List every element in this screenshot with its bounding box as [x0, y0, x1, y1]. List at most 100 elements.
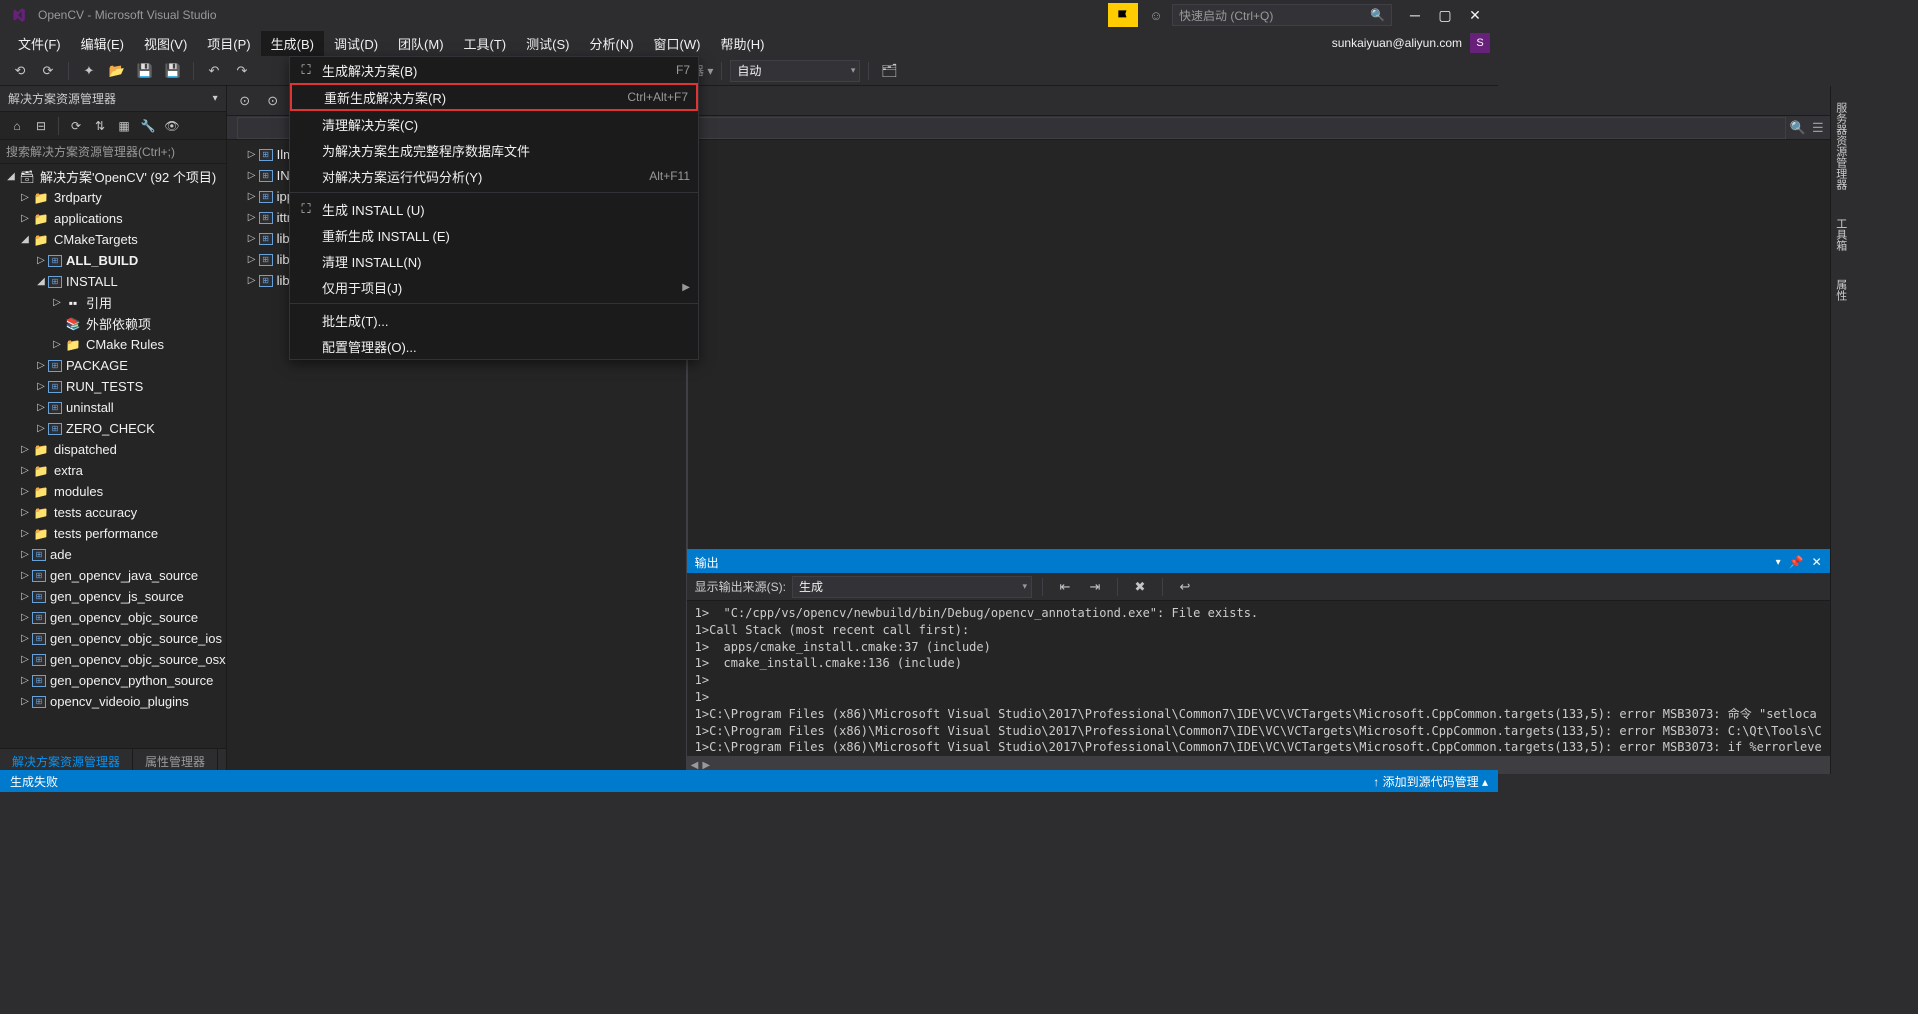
- expand-arrow-icon[interactable]: ▷: [18, 192, 32, 203]
- clear-icon[interactable]: ✖: [1128, 575, 1152, 599]
- show-all-icon[interactable]: ▦: [113, 115, 135, 137]
- close-button[interactable]: ✕: [1460, 3, 1490, 27]
- nav-back-icon[interactable]: ⊙: [233, 89, 257, 113]
- tree-item[interactable]: ▷⊞gen_opencv_objc_source: [0, 607, 226, 628]
- save-all-icon[interactable]: 💾: [161, 59, 185, 83]
- feedback-icon[interactable]: ☺: [1144, 3, 1168, 27]
- menu-2[interactable]: 视图(V): [134, 31, 197, 56]
- menu-8[interactable]: 测试(S): [516, 31, 579, 56]
- dropdown-icon[interactable]: ▾: [1776, 557, 1781, 568]
- expand-arrow-icon[interactable]: ▷: [18, 507, 32, 518]
- build-menu-item[interactable]: 批生成(T)...: [290, 307, 698, 333]
- expand-arrow-icon[interactable]: ▷: [245, 275, 259, 286]
- expand-arrow-icon[interactable]: ▷: [18, 675, 32, 686]
- build-menu-item[interactable]: 对解决方案运行代码分析(Y)Alt+F11: [290, 163, 698, 189]
- expand-arrow-icon[interactable]: ▷: [245, 149, 259, 160]
- next-msg-icon[interactable]: ⇥: [1083, 575, 1107, 599]
- minimize-button[interactable]: ─: [1400, 3, 1430, 27]
- notification-flag[interactable]: [1108, 3, 1138, 27]
- tree-item[interactable]: ▷📁3rdparty: [0, 187, 226, 208]
- quick-launch[interactable]: 快速启动 (Ctrl+Q) 🔍: [1172, 4, 1392, 26]
- tree-item[interactable]: ▷⊞opencv_videoio_plugins: [0, 691, 226, 712]
- home-icon[interactable]: ⌂: [6, 115, 28, 137]
- expand-arrow-icon[interactable]: ▷: [18, 612, 32, 623]
- menu-4[interactable]: 生成(B): [261, 31, 324, 56]
- properties-icon[interactable]: 🔧: [137, 115, 159, 137]
- close-icon[interactable]: ✕: [1812, 555, 1822, 569]
- open-icon[interactable]: 📂: [105, 59, 129, 83]
- expand-arrow-icon[interactable]: ▷: [18, 213, 32, 224]
- menu-5[interactable]: 调试(D): [324, 31, 388, 56]
- user-badge[interactable]: S: [1470, 33, 1490, 53]
- scroll-right-icon[interactable]: ▶: [702, 760, 710, 771]
- tree-item[interactable]: ▷⊞gen_opencv_objc_source_ios: [0, 628, 226, 649]
- expand-arrow-icon[interactable]: ◢: [34, 276, 48, 287]
- expand-arrow-icon[interactable]: ▷: [245, 170, 259, 181]
- preview-icon[interactable]: 👁: [161, 115, 183, 137]
- redo-icon[interactable]: ↷: [230, 59, 254, 83]
- build-menu-item[interactable]: 重新生成解决方案(R)Ctrl+Alt+F7: [290, 83, 698, 111]
- expand-arrow-icon[interactable]: ▷: [34, 381, 48, 392]
- sidebar-tab-properties[interactable]: 属性: [1831, 271, 1851, 309]
- expand-arrow-icon[interactable]: ▷: [18, 570, 32, 581]
- menu-3[interactable]: 项目(P): [197, 31, 260, 56]
- save-icon[interactable]: 💾: [133, 59, 157, 83]
- expand-arrow-icon[interactable]: ▷: [18, 444, 32, 455]
- menu-9[interactable]: 分析(N): [579, 31, 643, 56]
- expand-arrow-icon[interactable]: ▷: [18, 654, 32, 665]
- tree-item[interactable]: ▷⊞gen_opencv_js_source: [0, 586, 226, 607]
- sidebar-tab-server-explorer[interactable]: 服务器资源管理器: [1831, 94, 1851, 198]
- expand-arrow-icon[interactable]: ▷: [34, 255, 48, 266]
- output-source-dropdown[interactable]: 生成: [792, 576, 1032, 598]
- undo-icon[interactable]: ↶: [202, 59, 226, 83]
- tree-item[interactable]: ▷⊞uninstall: [0, 397, 226, 418]
- maximize-button[interactable]: ▢: [1430, 3, 1460, 27]
- source-control-link[interactable]: ↑ 添加到源代码管理 ▴: [1373, 773, 1488, 790]
- user-email[interactable]: sunkaiyuan@aliyun.com: [1332, 36, 1462, 50]
- expand-arrow-icon[interactable]: ▷: [18, 528, 32, 539]
- menu-1[interactable]: 编辑(E): [71, 31, 134, 56]
- solution-search[interactable]: 搜索解决方案资源管理器(Ctrl+;): [0, 140, 226, 164]
- build-menu-item[interactable]: ⛶生成 INSTALL (U): [290, 196, 698, 222]
- collapse-icon[interactable]: ⊟: [30, 115, 52, 137]
- nav-fwd-icon[interactable]: ⟳: [36, 59, 60, 83]
- menu-0[interactable]: 文件(F): [8, 31, 71, 56]
- build-menu-item[interactable]: ⛶生成解决方案(B)F7: [290, 57, 698, 83]
- expand-arrow-icon[interactable]: ▷: [245, 233, 259, 244]
- build-menu-item[interactable]: 清理解决方案(C): [290, 111, 698, 137]
- expand-arrow-icon[interactable]: ▷: [18, 486, 32, 497]
- scroll-left-icon[interactable]: ◀: [691, 760, 699, 771]
- build-menu-item[interactable]: 清理 INSTALL(N): [290, 248, 698, 274]
- tree-item[interactable]: ▷⊞ade: [0, 544, 226, 565]
- search-icon[interactable]: 🔍: [1790, 120, 1806, 136]
- wrap-icon[interactable]: ↩: [1173, 575, 1197, 599]
- refresh-icon[interactable]: ⟳: [65, 115, 87, 137]
- tree-item[interactable]: ▷⊞PACKAGE: [0, 355, 226, 376]
- new-project-icon[interactable]: ✦: [77, 59, 101, 83]
- tree-item[interactable]: ▷▪▪引用: [0, 292, 226, 313]
- output-content[interactable]: 1> "C:/cpp/vs/opencv/newbuild/bin/Debug/…: [687, 601, 1830, 756]
- expand-arrow-icon[interactable]: ▷: [18, 696, 32, 707]
- tree-item[interactable]: ▷⊞gen_opencv_objc_source_osx: [0, 649, 226, 670]
- dropdown-arrow-icon[interactable]: ▾: [213, 93, 218, 104]
- expand-arrow-icon[interactable]: ▷: [245, 254, 259, 265]
- build-menu-item[interactable]: 重新生成 INSTALL (E): [290, 222, 698, 248]
- tree-item[interactable]: ▷📁dispatched: [0, 439, 226, 460]
- expand-arrow-icon[interactable]: ▷: [50, 297, 64, 308]
- sidebar-tab-toolbox[interactable]: 工具箱: [1831, 210, 1851, 259]
- menu-11[interactable]: 帮助(H): [710, 31, 774, 56]
- nav-back-icon[interactable]: ⟲: [8, 59, 32, 83]
- expand-arrow-icon[interactable]: ▷: [245, 212, 259, 223]
- expand-arrow-icon[interactable]: ▷: [34, 360, 48, 371]
- expand-arrow-icon[interactable]: ▷: [34, 423, 48, 434]
- toolbox-icon[interactable]: 🗂: [877, 59, 901, 83]
- tree-item[interactable]: ▷⊞gen_opencv_java_source: [0, 565, 226, 586]
- tree-item[interactable]: ▷📁applications: [0, 208, 226, 229]
- tree-item[interactable]: ▷⊞RUN_TESTS: [0, 376, 226, 397]
- tree-item[interactable]: ▷⊞ZERO_CHECK: [0, 418, 226, 439]
- expand-arrow-icon[interactable]: ▷: [18, 633, 32, 644]
- expand-arrow-icon[interactable]: ◢: [18, 234, 32, 245]
- expand-arrow-icon[interactable]: ▷: [18, 465, 32, 476]
- tree-item[interactable]: 📚外部依赖项: [0, 313, 226, 334]
- expand-arrow-icon[interactable]: ▷: [18, 591, 32, 602]
